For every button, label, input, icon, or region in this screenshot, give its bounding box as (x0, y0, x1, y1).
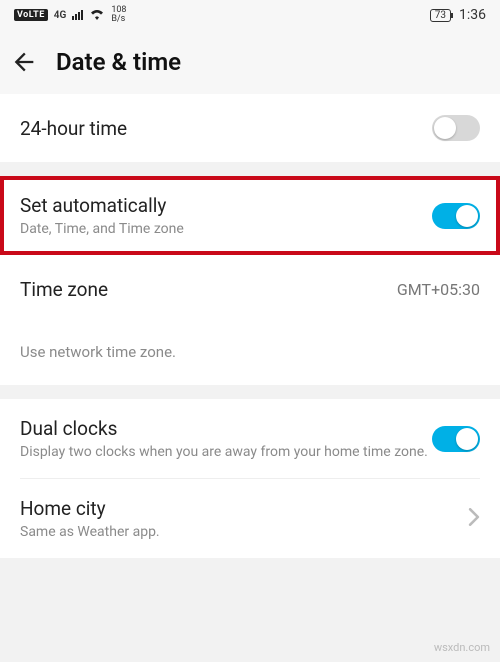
row-title: 24-hour time (20, 117, 432, 140)
row-subtitle: Display two clocks when you are away fro… (20, 444, 432, 460)
row-title: Home city (20, 497, 456, 520)
row-subtitle: Same as Weather app. (20, 524, 456, 540)
toggle-set-automatically[interactable] (432, 203, 480, 229)
row-time-zone[interactable]: Time zone GMT+05:30 (0, 255, 500, 323)
chevron-right-icon (468, 508, 480, 530)
watermark: wsxdn.com (434, 641, 490, 654)
status-clock: 1:36 (459, 7, 486, 23)
row-subtitle: Date, Time, and Time zone (20, 221, 432, 237)
network-speed: 108 B/s (111, 6, 126, 24)
page-title: Date & time (56, 48, 181, 76)
row-dual-clocks[interactable]: Dual clocks Display two clocks when you … (0, 399, 500, 478)
signal-bars-icon (72, 10, 83, 20)
timezone-value: GMT+05:30 (397, 280, 480, 299)
row-title: Time zone (20, 278, 385, 301)
toggle-24-hour[interactable] (432, 115, 480, 141)
row-title: Dual clocks (20, 417, 432, 440)
row-set-automatically[interactable]: Set automatically Date, Time, and Time z… (0, 176, 500, 255)
row-24-hour-time[interactable]: 24-hour time (0, 94, 500, 162)
wifi-icon (89, 8, 105, 23)
status-bar: VoLTE 4G 108 B/s 73 1:36 (0, 0, 500, 30)
toggle-dual-clocks[interactable] (432, 426, 480, 452)
timezone-hint: Use network time zone. (0, 323, 500, 385)
row-home-city[interactable]: Home city Same as Weather app. (0, 479, 500, 558)
page-header: Date & time (0, 30, 500, 94)
network-type: 4G (54, 10, 67, 21)
battery-indicator: 73 (430, 9, 451, 22)
row-title: Set automatically (20, 194, 432, 217)
volte-badge: VoLTE (14, 9, 48, 21)
back-arrow-icon[interactable] (10, 48, 38, 76)
